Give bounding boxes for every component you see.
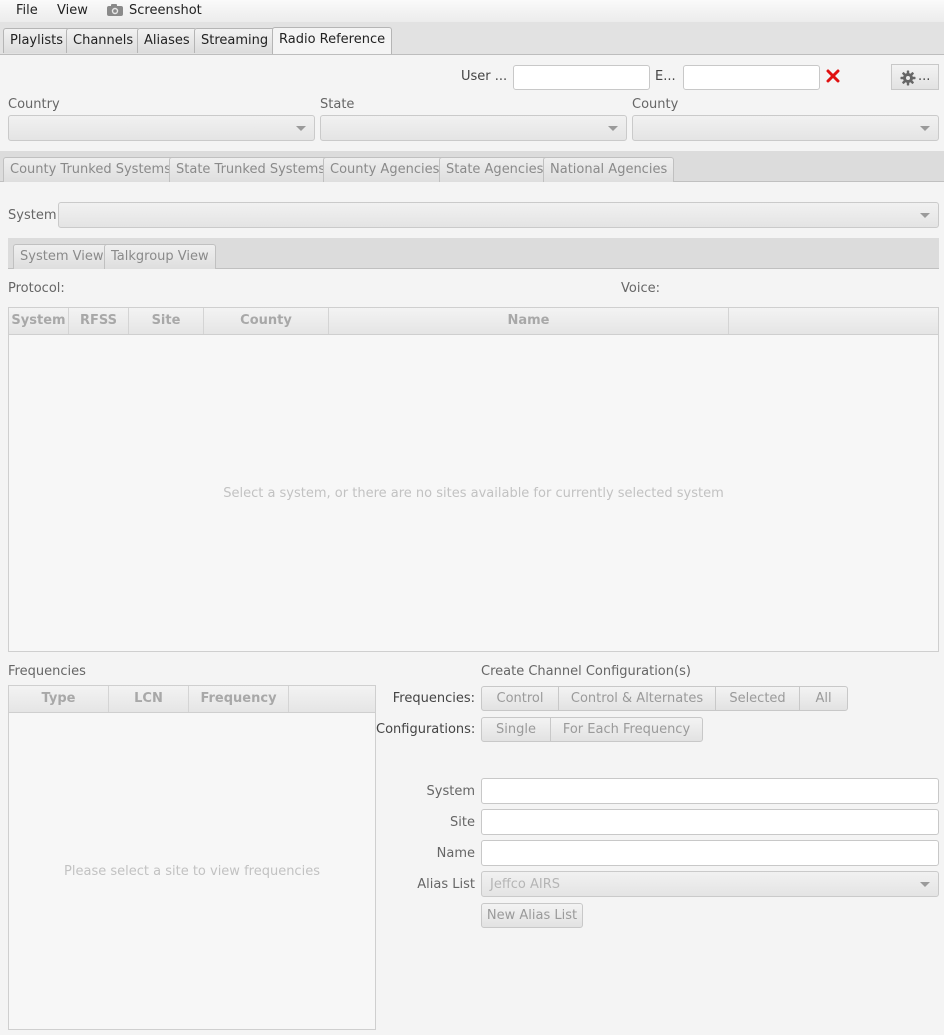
frequencies-placeholder: Please select a site to view frequencies: [64, 864, 320, 879]
gear-icon: [900, 70, 916, 86]
tab-national-agencies[interactable]: National Agencies: [543, 157, 675, 182]
column-site[interactable]: Site: [129, 308, 204, 334]
chevron-down-icon: [920, 213, 930, 218]
for-each-frequency-button[interactable]: For Each Frequency: [550, 717, 703, 742]
state-label: State: [320, 97, 355, 112]
frequencies-table[interactable]: Type LCN Frequency Please select a site …: [8, 685, 376, 1030]
country-label: Country: [8, 97, 60, 112]
county-label: County: [632, 97, 679, 112]
alias-list-combo[interactable]: Jeffco AIRS: [481, 871, 939, 897]
camera-icon[interactable]: [106, 3, 124, 17]
frequencies-table-header: Type LCN Frequency: [9, 686, 375, 713]
create-title: Create Channel Configuration(s): [481, 664, 691, 679]
column-lcn[interactable]: LCN: [109, 686, 189, 712]
tab-radio-reference[interactable]: Radio Reference: [272, 27, 393, 54]
channel-site-input[interactable]: [481, 809, 939, 835]
tab-system-view[interactable]: System View: [13, 244, 111, 269]
channel-name-input[interactable]: [481, 840, 939, 866]
state-combo[interactable]: [320, 115, 627, 141]
tab-state-agencies[interactable]: State Agencies: [439, 157, 551, 182]
channel-system-label: System: [426, 784, 475, 799]
all-button[interactable]: All: [799, 686, 848, 711]
configurations-option-label: Configurations:: [376, 722, 476, 737]
country-combo[interactable]: [8, 115, 315, 141]
sites-table[interactable]: System RFSS Site County Name Select a sy…: [8, 307, 939, 652]
chevron-down-icon: [920, 126, 930, 131]
control-button[interactable]: Control: [481, 686, 559, 711]
chevron-down-icon: [296, 126, 306, 131]
tab-aliases[interactable]: Aliases: [137, 28, 197, 53]
chevron-down-icon: [608, 126, 618, 131]
voice-label: Voice:: [621, 281, 660, 296]
channel-system-input[interactable]: [481, 778, 939, 804]
password-label: E...: [655, 69, 676, 84]
channel-name-label: Name: [436, 846, 475, 861]
system-label: System: [8, 208, 57, 223]
channel-site-label: Site: [450, 815, 475, 830]
alias-list-label: Alias List: [417, 877, 475, 892]
settings-label: ...: [918, 69, 931, 84]
sites-table-header: System RFSS Site County Name: [9, 308, 938, 335]
tab-streaming[interactable]: Streaming: [194, 28, 276, 53]
protocol-label: Protocol:: [8, 281, 65, 296]
column-system[interactable]: System: [9, 308, 69, 334]
sites-placeholder: Select a system, or there are no sites a…: [223, 486, 724, 501]
frequencies-title: Frequencies: [8, 664, 86, 679]
column-county[interactable]: County: [204, 308, 329, 334]
frequencies-option-label: Frequencies:: [392, 691, 475, 706]
selected-button[interactable]: Selected: [715, 686, 800, 711]
control-alternates-button[interactable]: Control & Alternates: [558, 686, 716, 711]
new-alias-list-button[interactable]: New Alias List: [481, 903, 583, 928]
password-input[interactable]: [683, 65, 820, 90]
tab-channels[interactable]: Channels: [66, 28, 141, 53]
column-frequency[interactable]: Frequency: [189, 686, 289, 712]
user-input[interactable]: [513, 65, 650, 90]
chevron-down-icon: [920, 882, 930, 887]
tab-talkgroup-view[interactable]: Talkgroup View: [104, 244, 216, 269]
column-name[interactable]: Name: [329, 308, 729, 334]
user-label: User ...: [461, 69, 508, 84]
alias-list-value: Jeffco AIRS: [490, 877, 561, 892]
column-rfss[interactable]: RFSS: [69, 308, 129, 334]
menu-screenshot[interactable]: Screenshot: [129, 2, 202, 20]
settings-button[interactable]: ...: [891, 64, 939, 90]
tab-county-agencies[interactable]: County Agencies: [323, 157, 447, 182]
column-type[interactable]: Type: [9, 686, 109, 712]
tab-playlists[interactable]: Playlists: [3, 28, 70, 53]
tab-county-trunked-systems[interactable]: County Trunked Systems: [3, 157, 178, 182]
system-combo[interactable]: [58, 202, 939, 228]
county-combo[interactable]: [632, 115, 939, 141]
clear-icon[interactable]: [826, 69, 840, 83]
single-button[interactable]: Single: [481, 717, 551, 742]
menu-file[interactable]: File: [16, 2, 38, 20]
tab-state-trunked-systems[interactable]: State Trunked Systems: [169, 157, 333, 182]
menu-view[interactable]: View: [57, 2, 88, 20]
